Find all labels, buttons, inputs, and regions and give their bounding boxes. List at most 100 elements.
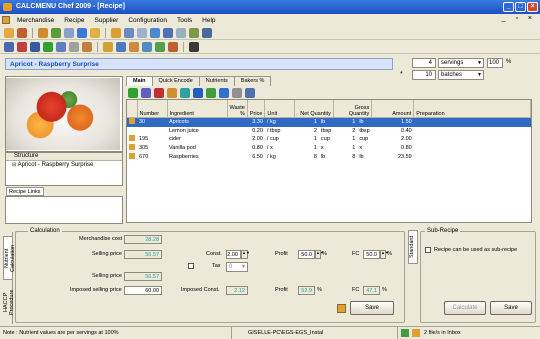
key-icon[interactable] [111, 27, 121, 38]
save-icon[interactable] [30, 41, 40, 52]
info-icon[interactable] [202, 27, 212, 38]
attach-icon[interactable] [168, 41, 178, 52]
servings-percent-input[interactable]: 100 [487, 58, 503, 68]
profit-input[interactable]: 50.0 [298, 250, 315, 259]
menu-help[interactable]: Help [197, 17, 220, 24]
cell-amount: 23.59 [397, 154, 412, 160]
calc-icon[interactable] [82, 41, 92, 52]
exit-icon[interactable] [189, 41, 199, 52]
mdi-window-controls[interactable]: _ ▫ × [502, 15, 536, 22]
col-waste[interactable]: Waste % [227, 100, 248, 118]
close-button[interactable]: × [527, 2, 538, 12]
sub-recipe-checkbox-label: Recipe can be used as sub-recipe [434, 247, 518, 253]
move-down-icon[interactable] [219, 88, 229, 98]
minimize-button[interactable]: _ [503, 2, 514, 12]
insert-icon[interactable] [167, 88, 177, 98]
col-price[interactable]: Price [247, 100, 266, 118]
window-title: CALCMENU Chef 2009 - [Recipe] [16, 3, 125, 10]
batch-unit-select[interactable]: batches [438, 70, 484, 80]
const-input[interactable]: 2.00 [226, 250, 241, 259]
servings-unit-select[interactable]: servings [438, 58, 484, 68]
tab-nutrient-calculation[interactable]: Nutrient Calculation [3, 236, 16, 280]
tax-checkbox[interactable] [188, 263, 194, 269]
maximize-button[interactable]: □ [515, 2, 526, 12]
sub-recipe-save-button[interactable]: Save [490, 301, 532, 315]
merchandise-icon[interactable] [4, 27, 14, 38]
recipe-icon[interactable] [17, 27, 27, 38]
table-row[interactable]: 30 Apricots 3.30 / kg 1 lb 1 lb 1.50 [127, 117, 531, 127]
table-row[interactable]: 305 Vanilla pod 0.80 / x 1 x 1 x 0.80 [127, 143, 531, 153]
recipe-photo[interactable] [6, 78, 120, 150]
refresh-icon[interactable] [155, 41, 165, 52]
tab-quick-encode[interactable]: Quick Encode [151, 76, 200, 86]
imposed-selling-price-input[interactable]: 60.00 [124, 286, 162, 295]
menu-merchandise[interactable]: Merchandise [12, 17, 59, 24]
fc-spinner[interactable]: ▲▼ [380, 250, 389, 259]
edit-pencil-icon[interactable] [141, 88, 151, 98]
report-icon[interactable] [137, 27, 147, 38]
menu-icon[interactable] [64, 27, 74, 38]
tab-main[interactable]: Main [126, 76, 153, 86]
tax-select[interactable]: 0 [226, 262, 248, 272]
calculator-icon[interactable] [337, 304, 346, 313]
calculate-button[interactable]: Calculate [444, 301, 486, 315]
new-icon[interactable] [4, 41, 14, 52]
move-up-icon[interactable] [206, 88, 216, 98]
copy-icon[interactable] [43, 41, 53, 52]
replace-icon[interactable] [180, 88, 190, 98]
filter-icon[interactable] [193, 88, 203, 98]
list-icon[interactable] [51, 27, 61, 38]
sub-recipe-checkbox[interactable] [425, 247, 431, 253]
menu-recipe[interactable]: Recipe [59, 17, 89, 24]
table-row[interactable]: Lemon juice 0.20 / tbsp 2 tbsp 2 tbsp 0.… [127, 127, 531, 135]
profit-spinner[interactable]: ▲▼ [315, 250, 324, 259]
tab-nutrients[interactable]: Nutrients [198, 76, 235, 86]
col-number[interactable]: Number [137, 100, 168, 118]
inbox-icon[interactable] [412, 329, 420, 337]
recycle-icon[interactable] [401, 329, 409, 337]
ingredient-icon[interactable] [38, 27, 48, 38]
print-icon[interactable] [163, 27, 173, 38]
col-preparation[interactable]: Preparation [413, 100, 531, 118]
col-ingredient[interactable]: Ingredient [167, 100, 228, 118]
globe-icon[interactable] [150, 27, 160, 38]
export-icon[interactable] [189, 27, 199, 38]
ingredient-icon [129, 152, 135, 159]
const-spinner[interactable]: ▲▼ [241, 250, 250, 259]
calc-save-button[interactable]: Save [350, 301, 394, 315]
menu-supplier[interactable]: Supplier [89, 17, 123, 24]
tab-haccp-procedure[interactable]: HACCP Procedure [3, 282, 15, 322]
menu-configuration[interactable]: Configuration [123, 17, 172, 24]
servings-qty-input[interactable]: 4 [412, 58, 436, 68]
tab-standard[interactable]: Standard [408, 230, 418, 264]
settings-icon[interactable] [176, 27, 186, 38]
fc-input[interactable]: 50.0 [363, 250, 380, 259]
folder-icon[interactable] [90, 27, 100, 38]
tab-bakers[interactable]: Bakers % [233, 76, 272, 86]
recipe-tabs: Main Quick Encode Nutrients Bakers % [126, 76, 272, 86]
lock-icon[interactable] [56, 41, 66, 52]
table-row[interactable]: 195 cider 2.00 / cup 1 cup 1 cup 2.00 [127, 134, 531, 144]
database-icon[interactable] [245, 88, 255, 98]
edit-icon[interactable] [17, 41, 27, 52]
delete-x-icon[interactable] [154, 88, 164, 98]
batch-qty-input[interactable]: 10 [412, 70, 436, 80]
tab-recipe-links[interactable]: Recipe Links [6, 187, 44, 196]
structure-item[interactable]: ⊟ Apricot - Raspberry Surprise [6, 161, 122, 169]
scale-icon[interactable] [116, 41, 126, 52]
col-gross-quantity[interactable]: Gross Quantity [333, 100, 373, 118]
box-icon[interactable] [129, 41, 139, 52]
portion-icon[interactable] [103, 41, 113, 52]
print-list-icon[interactable] [232, 88, 242, 98]
cell-gross-unit: cup [359, 136, 369, 142]
menu-tools[interactable]: Tools [172, 17, 197, 24]
col-net-quantity[interactable]: Net Quantity [294, 100, 334, 118]
web-icon[interactable] [142, 41, 152, 52]
table-row[interactable]: 670 Raspberries 6.50 / kg 8 lb 8 lb 23.5… [127, 152, 531, 162]
users-icon[interactable] [124, 27, 134, 38]
delete-icon[interactable] [69, 41, 79, 52]
col-unit[interactable]: Unit [264, 100, 296, 118]
col-amount[interactable]: Amount [371, 100, 415, 118]
add-icon[interactable] [128, 88, 138, 98]
card-icon[interactable] [77, 27, 87, 38]
